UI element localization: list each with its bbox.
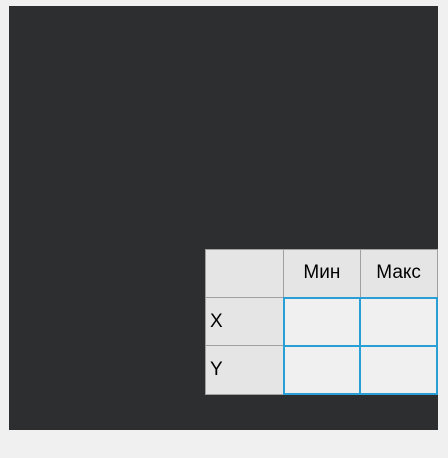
row-header-y[interactable]: Y [205,345,284,395]
x-min-cell[interactable] [282,296,362,347]
x-max-cell[interactable] [359,296,438,347]
y-max-cell[interactable] [359,344,438,396]
row-header-x[interactable]: X [205,297,284,347]
column-header-min[interactable]: Мин [283,248,361,299]
range-table: Мин Макс X Y [205,248,438,396]
table-row: X [205,296,438,347]
y-min-cell[interactable] [282,344,362,396]
column-header-max[interactable]: Макс [359,248,438,299]
corner-header-cell [205,248,284,299]
table-header-row: Мин Макс [205,248,438,299]
table-row: Y [205,344,438,396]
